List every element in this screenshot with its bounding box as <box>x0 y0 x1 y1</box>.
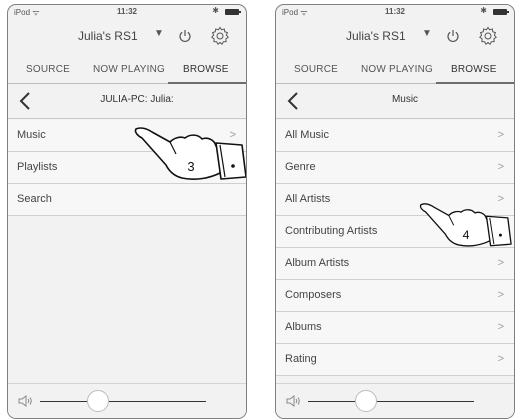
device-header: Julia's RS1 ▼ <box>8 20 246 53</box>
list-item-albums[interactable]: Albums > <box>276 312 514 344</box>
tab-browse[interactable]: BROWSE <box>183 64 229 75</box>
volume-slider-thumb[interactable] <box>355 390 378 412</box>
chevron-right-icon: > <box>497 129 504 141</box>
status-time: 11:32 <box>384 7 406 16</box>
device-selector[interactable]: Julia's RS1 <box>78 29 138 43</box>
gear-icon[interactable] <box>478 26 498 46</box>
browse-nav-bar: Music <box>276 84 514 119</box>
list-item-label: All Artists <box>285 193 331 205</box>
step-number: 3 <box>187 159 194 174</box>
list-item-label: Rating <box>285 353 317 365</box>
bluetooth-icon: ✱ <box>480 6 487 15</box>
back-icon[interactable] <box>18 91 32 111</box>
chevron-right-icon: > <box>497 353 504 365</box>
device-selector[interactable]: Julia's RS1 <box>346 29 406 43</box>
power-icon[interactable] <box>178 29 192 43</box>
volume-slider-thumb[interactable] <box>87 390 110 412</box>
browse-nav-bar: JULIA-PC: Julia: <box>8 84 246 119</box>
list-item-label: Album Artists <box>285 257 350 269</box>
tab-bar: SOURCE NOW PLAYING BROWSE <box>8 57 246 84</box>
device-header: Julia's RS1 ▼ <box>276 20 514 53</box>
page-title: Music <box>391 94 419 105</box>
tab-browse[interactable]: BROWSE <box>451 64 497 75</box>
back-icon[interactable] <box>286 91 300 111</box>
volume-slider-track[interactable] <box>40 401 206 402</box>
list-item-genre[interactable]: Genre > <box>276 152 514 184</box>
speaker-icon <box>18 395 32 407</box>
list-item-label: Contributing Artists <box>285 225 378 237</box>
list-item-label: Composers <box>285 289 342 301</box>
chevron-right-icon: > <box>497 321 504 333</box>
status-time: 11:32 <box>116 7 138 16</box>
tab-source[interactable]: SOURCE <box>294 64 338 75</box>
dropdown-arrow-icon[interactable]: ▼ <box>422 28 432 39</box>
tab-now-playing[interactable]: NOW PLAYING <box>93 64 165 75</box>
chevron-right-icon: > <box>497 289 504 301</box>
speaker-icon <box>286 395 300 407</box>
volume-bar <box>8 383 246 418</box>
list-item-label: Albums <box>285 321 322 333</box>
list-item-label: Search <box>17 193 52 205</box>
bluetooth-icon: ✱ <box>212 6 219 15</box>
battery-icon <box>493 9 509 15</box>
list-item-rating[interactable]: Rating > <box>276 344 514 376</box>
gear-icon[interactable] <box>210 26 230 46</box>
step-number: 4 <box>463 228 470 242</box>
chevron-right-icon: > <box>497 161 504 173</box>
phone-screen-right: iPod ᯤ 11:32 ✱ Julia's RS1 ▼ SOURCE NOW … <box>275 4 515 419</box>
list-item-label: All Music <box>285 129 330 141</box>
volume-bar <box>276 383 514 418</box>
list-item-label: Genre <box>285 161 316 173</box>
power-icon[interactable] <box>446 29 460 43</box>
pointing-hand-icon: 4 <box>419 203 512 247</box>
status-bar: iPod ᯤ 11:32 ✱ <box>276 5 514 20</box>
battery-icon <box>225 9 241 15</box>
list-item-all-music[interactable]: All Music > <box>276 120 514 152</box>
dropdown-arrow-icon[interactable]: ▼ <box>154 28 164 39</box>
tab-bar: SOURCE NOW PLAYING BROWSE <box>276 57 514 84</box>
tab-source[interactable]: SOURCE <box>26 64 70 75</box>
pointing-hand-icon: 3 <box>134 127 246 180</box>
status-bar: iPod ᯤ 11:32 ✱ <box>8 5 246 20</box>
phone-screen-left: iPod ᯤ 11:32 ✱ Julia's RS1 ▼ SOURCE NOW … <box>7 4 247 419</box>
list-item-label: Playlists <box>17 161 58 173</box>
list-item-label: Music <box>17 129 46 141</box>
page-title: JULIA-PC: Julia: <box>100 94 174 105</box>
list-item-composers[interactable]: Composers > <box>276 280 514 312</box>
volume-slider-track[interactable] <box>308 401 474 402</box>
tab-now-playing[interactable]: NOW PLAYING <box>361 64 433 75</box>
